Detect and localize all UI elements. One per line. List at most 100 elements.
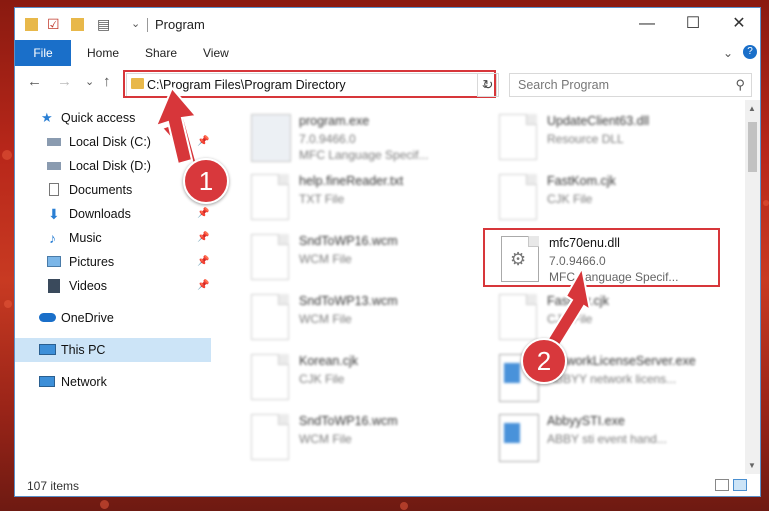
file-item[interactable]: program.exe 7.0.9466.0 MFC Language Spec… bbox=[251, 110, 481, 166]
step-2-badge: 2 bbox=[521, 338, 567, 384]
file-type: CJK File bbox=[299, 372, 345, 386]
file-name: NetworkLicenseServer.exe bbox=[547, 354, 696, 368]
sidebar-item-local-disk-d[interactable]: Local Disk (D:) bbox=[15, 154, 211, 178]
sidebar-item-label: OneDrive bbox=[61, 311, 114, 325]
tab-share[interactable]: Share bbox=[145, 40, 177, 66]
maximize-button[interactable]: ☐ bbox=[670, 8, 716, 40]
file-item[interactable]: AbbyySTI.exe ABBY sti event hand... bbox=[499, 410, 729, 466]
back-button[interactable]: ← bbox=[27, 74, 42, 90]
search-placeholder: Search Program bbox=[518, 78, 610, 92]
sidebar-item-label: Network bbox=[61, 375, 107, 389]
sidebar-item-onedrive[interactable]: OneDrive bbox=[15, 306, 211, 330]
file-item[interactable]: SndToWP13.wcm WCM File bbox=[251, 290, 481, 346]
quick-access-dropdown-icon[interactable]: ⌄ bbox=[131, 16, 140, 32]
search-icon[interactable]: ⚲ bbox=[735, 77, 745, 93]
sidebar-item-label: Videos bbox=[69, 279, 107, 293]
up-button[interactable]: ↑ bbox=[103, 74, 111, 90]
sidebar-item-videos[interactable]: Videos 📌 bbox=[15, 274, 211, 298]
sidebar-item-label: This PC bbox=[61, 343, 106, 357]
sidebar-item-this-pc[interactable]: This PC bbox=[15, 338, 211, 362]
file-name: FastKom.cjk bbox=[547, 174, 616, 188]
step-1-badge: 1 bbox=[183, 158, 229, 204]
search-box[interactable]: Search Program ⚲ bbox=[509, 73, 752, 97]
details-view-icon[interactable] bbox=[715, 479, 729, 491]
forward-button[interactable]: → bbox=[57, 74, 72, 90]
navigation-bar: ← → ⌄ ↑ C:\Program Files\Program Directo… bbox=[15, 66, 760, 100]
sidebar-item-downloads[interactable]: ⬇ Downloads 📌 bbox=[15, 202, 211, 226]
file-item[interactable]: FastKom.cjk CJK File bbox=[499, 170, 729, 226]
file-description: ABBYY network licens... bbox=[547, 372, 677, 386]
download-icon: ⬇ bbox=[48, 206, 60, 222]
ribbon-expand-icon[interactable]: ⌄ bbox=[723, 40, 733, 66]
file-item[interactable]: SndToWP16.wcm WCM File bbox=[251, 410, 481, 466]
file-highlight-box bbox=[483, 228, 720, 287]
file-name: help.fineReader.txt bbox=[299, 174, 404, 188]
file-icon bbox=[251, 354, 289, 400]
pin-icon: 📌 bbox=[197, 280, 210, 291]
dll-icon bbox=[499, 114, 537, 160]
file-type: WCM File bbox=[299, 252, 352, 266]
file-icon bbox=[499, 294, 537, 340]
pin-icon: 📌 bbox=[197, 136, 210, 147]
sidebar-item-music[interactable]: ♪ Music 📌 bbox=[15, 226, 211, 250]
sidebar-item-local-disk-c[interactable]: Local Disk (C:) 📌 bbox=[15, 130, 211, 154]
file-type: CJK File bbox=[547, 312, 593, 326]
recent-locations-button[interactable]: ⌄ bbox=[85, 74, 94, 90]
close-button[interactable]: ✕ bbox=[716, 8, 760, 40]
file-name: FastKor.cjk bbox=[547, 294, 609, 308]
sidebar-item-pictures[interactable]: Pictures 📌 bbox=[15, 250, 211, 274]
file-item[interactable]: Korean.cjk CJK File bbox=[251, 350, 481, 406]
file-description: ABBY sti event hand... bbox=[547, 432, 667, 446]
sidebar-item-quick-access[interactable]: ★ Quick access bbox=[15, 106, 211, 130]
pictures-icon bbox=[47, 256, 61, 267]
scroll-up-arrow-icon[interactable]: ▲ bbox=[748, 104, 756, 113]
sidebar-item-label: Downloads bbox=[69, 207, 131, 221]
sidebar-item-network[interactable]: Network bbox=[15, 370, 211, 394]
explorer-window: ☑ ▤ ⌄ Program — ☐ ✕ File Home Share View… bbox=[14, 7, 761, 497]
file-type: TXT File bbox=[299, 192, 345, 206]
file-name: program.exe bbox=[299, 114, 370, 128]
file-name: SndToWP13.wcm bbox=[299, 294, 398, 308]
window-title: Program bbox=[155, 17, 205, 32]
drive-icon bbox=[47, 162, 61, 170]
file-icon bbox=[251, 414, 289, 460]
sidebar-item-documents[interactable]: Documents bbox=[15, 178, 211, 202]
file-name: SndToWP16.wcm bbox=[299, 234, 398, 248]
cloud-icon bbox=[39, 313, 56, 322]
file-type: WCM File bbox=[299, 312, 352, 326]
file-icon bbox=[499, 174, 537, 220]
file-name: SndToWP16.wcm bbox=[299, 414, 398, 428]
computer-icon bbox=[39, 344, 56, 355]
properties-icon[interactable]: ☑ bbox=[47, 16, 60, 32]
app-window-icon bbox=[499, 414, 539, 462]
file-type: CJK File bbox=[547, 192, 593, 206]
pin-icon: 📌 bbox=[197, 208, 210, 219]
file-item[interactable]: help.fineReader.txt TXT File bbox=[251, 170, 481, 226]
text-file-icon bbox=[251, 174, 289, 220]
help-icon[interactable]: ? bbox=[743, 45, 757, 59]
sidebar-item-label: Documents bbox=[69, 183, 133, 197]
new-folder-icon[interactable] bbox=[71, 18, 84, 31]
file-list: program.exe 7.0.9466.0 MFC Language Spec… bbox=[211, 100, 745, 474]
sidebar-item-label: Quick access bbox=[61, 111, 136, 125]
scroll-down-arrow-icon[interactable]: ▼ bbox=[748, 461, 756, 470]
vertical-scrollbar[interactable]: ▲ ▼ bbox=[745, 100, 760, 474]
file-item[interactable]: UpdateClient63.dll Resource DLL bbox=[499, 110, 729, 166]
sidebar-item-label: Music bbox=[69, 231, 102, 245]
tab-home[interactable]: Home bbox=[87, 40, 119, 66]
file-item[interactable]: SndToWP16.wcm WCM File bbox=[251, 230, 481, 286]
file-item[interactable]: FastKor.cjk CJK File bbox=[499, 290, 729, 346]
navigation-pane: ★ Quick access Local Disk (C:) 📌 Local D… bbox=[15, 100, 211, 474]
refresh-button[interactable]: ↻ bbox=[477, 73, 499, 97]
large-icons-view-icon[interactable] bbox=[733, 479, 747, 491]
customize-toolbar-icon[interactable]: ▤ bbox=[97, 16, 110, 32]
scrollbar-thumb[interactable] bbox=[748, 122, 757, 172]
minimize-button[interactable]: — bbox=[624, 8, 670, 40]
tab-file[interactable]: File bbox=[15, 40, 71, 66]
sidebar-item-label: Local Disk (C:) bbox=[69, 135, 151, 149]
exe-icon bbox=[251, 114, 291, 162]
title-separator bbox=[147, 18, 148, 32]
video-icon bbox=[48, 279, 60, 293]
ribbon: File Home Share View ⌄ ? bbox=[15, 40, 760, 67]
tab-view[interactable]: View bbox=[203, 40, 229, 66]
